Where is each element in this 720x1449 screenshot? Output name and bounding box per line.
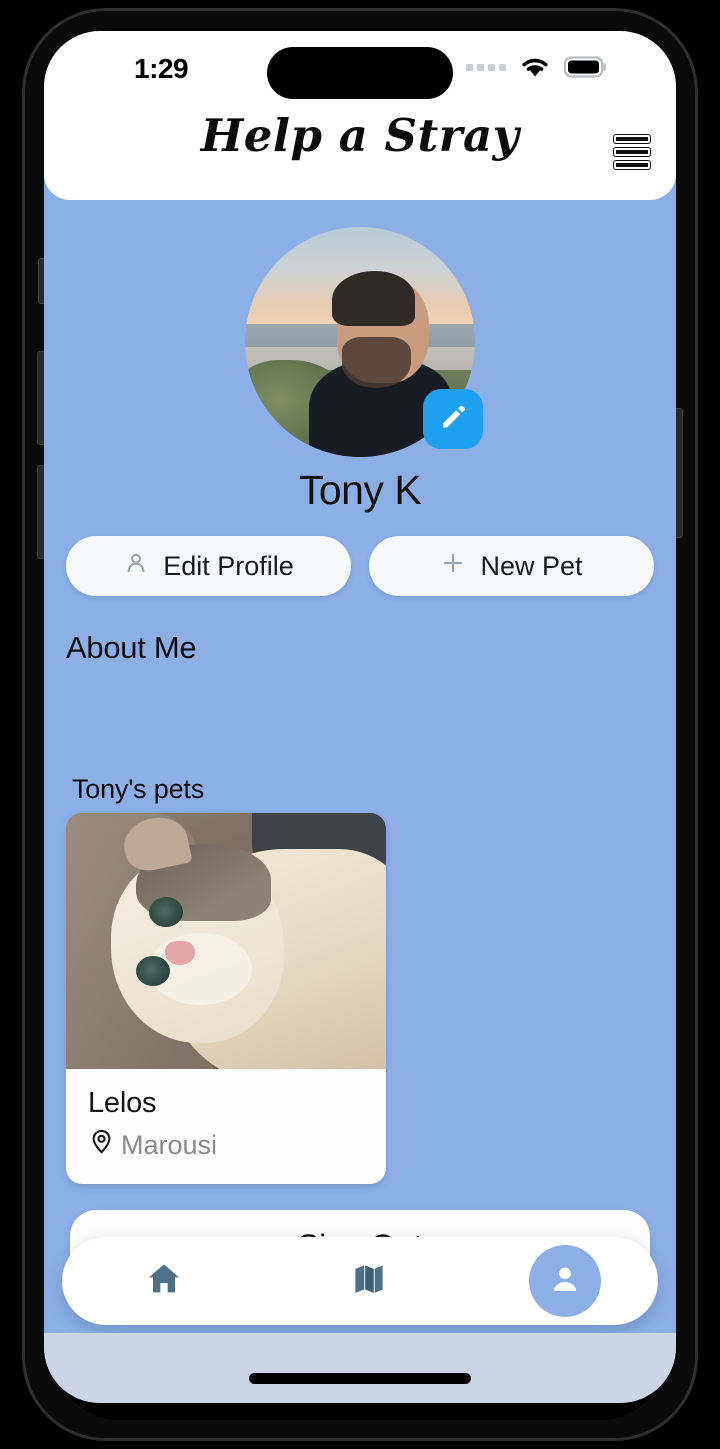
map-icon	[350, 1260, 388, 1303]
nav-item-profile[interactable]	[528, 1245, 601, 1317]
home-bar-area	[44, 1333, 676, 1403]
profile-name: Tony K	[298, 467, 422, 513]
new-pet-button[interactable]: New Pet	[369, 536, 654, 596]
about-me-section: About Me	[66, 630, 654, 752]
pet-list: Lelos Marousi	[44, 813, 676, 1184]
wifi-icon	[519, 55, 551, 79]
pet-location: Marousi	[88, 1128, 364, 1162]
home-indicator[interactable]	[249, 1373, 471, 1384]
pet-location-label: Marousi	[121, 1129, 218, 1160]
status-icons	[466, 55, 608, 79]
pet-info: Lelos Marousi	[66, 1069, 386, 1184]
edit-profile-button[interactable]: Edit Profile	[66, 536, 351, 596]
nav-item-home[interactable]	[119, 1237, 209, 1325]
avatar-wrapper	[245, 227, 483, 457]
profile-content: Tony K Edit Profile New Pet About Me Ton…	[44, 200, 676, 1403]
pet-card[interactable]: Lelos Marousi	[66, 813, 386, 1184]
nav-item-map[interactable]	[324, 1237, 414, 1325]
pet-photo	[66, 813, 386, 1069]
status-time: 1:29	[134, 53, 189, 84]
dynamic-island	[267, 47, 453, 99]
bottom-navigation	[62, 1237, 658, 1325]
person-icon	[547, 1261, 583, 1302]
signal-dots-icon	[466, 63, 506, 71]
page-title: Help a Stray	[200, 109, 520, 162]
person-icon	[123, 550, 149, 583]
pets-section-label: Tony's pets	[72, 774, 205, 804]
map-pin-icon	[88, 1128, 115, 1162]
app-header: 1:29 Help a Stray	[44, 31, 676, 200]
hamburger-menu-icon[interactable]	[606, 127, 658, 177]
about-me-body	[66, 676, 654, 752]
new-pet-label: New Pet	[480, 550, 583, 581]
about-me-title: About Me	[66, 630, 197, 665]
edit-profile-label: Edit Profile	[163, 550, 294, 581]
plus-icon	[440, 550, 466, 583]
profile-actions: Edit Profile New Pet	[66, 536, 654, 596]
pet-name: Lelos	[88, 1087, 157, 1119]
battery-full-icon	[564, 55, 608, 79]
home-icon	[144, 1259, 184, 1304]
pencil-icon	[438, 402, 468, 437]
phone-screen: 1:29 Help a Stray Tony K Edit Profile Ne…	[44, 31, 676, 1403]
edit-avatar-button[interactable]	[423, 389, 483, 449]
status-bar: 1:29	[44, 31, 676, 105]
